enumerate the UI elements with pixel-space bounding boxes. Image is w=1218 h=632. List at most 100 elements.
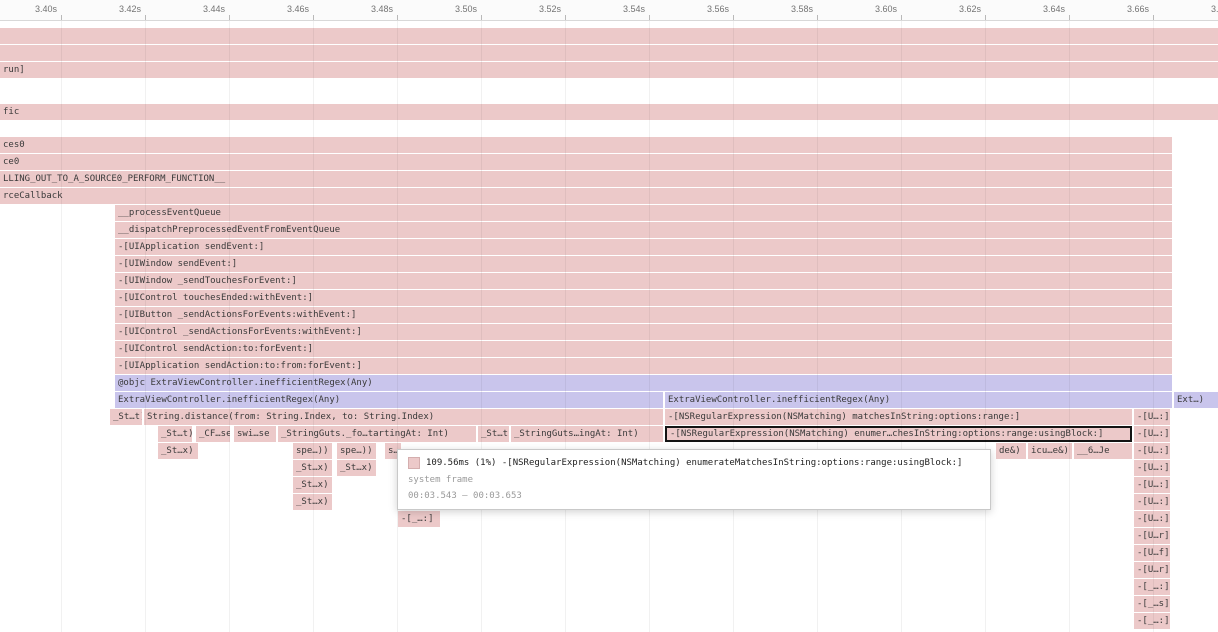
flame-bar[interactable]: -[U…r]	[1134, 528, 1170, 544]
gridline	[1153, 21, 1154, 632]
flame-bar[interactable]: -[U…:]	[1134, 460, 1170, 476]
flame-bar[interactable]: ce0	[0, 154, 1172, 170]
gridline	[229, 21, 230, 632]
flame-bar[interactable]: ExtraViewController.inefficientRegex(Any…	[115, 392, 663, 408]
gridline	[481, 21, 482, 632]
tooltip-time-range: 00:03.543 — 00:03.653	[408, 491, 980, 501]
flame-bar[interactable]: _St…t)	[478, 426, 509, 442]
time-tick-mark	[481, 15, 482, 20]
gridline	[901, 21, 902, 632]
time-tick-label: 3.52s	[539, 4, 565, 14]
time-tick-label: 3.56s	[707, 4, 733, 14]
flame-bar[interactable]: __processEventQueue	[115, 205, 1172, 221]
flame-bar-selected[interactable]: -[NSRegularExpression(NSMatching) enumer…	[665, 426, 1132, 442]
gridline	[649, 21, 650, 632]
flame-bar[interactable]: icu…e&)	[1028, 443, 1072, 459]
time-tick-label: 3.60s	[875, 4, 901, 14]
gridline	[61, 21, 62, 632]
flame-bar[interactable]: -[UIWindow _sendTouchesForEvent:]	[115, 273, 1172, 289]
gridline	[145, 21, 146, 632]
flame-bar[interactable]: -[_…s]	[1134, 596, 1170, 612]
flame-bar[interactable]: -[U…:]	[1134, 511, 1170, 527]
flame-bar[interactable]: __6…Je	[1074, 443, 1132, 459]
flame-bar[interactable]: _St…t)	[110, 409, 142, 425]
flame-bar[interactable]: __dispatchPreprocessedEventFromEventQueu…	[115, 222, 1172, 238]
flame-bar[interactable]	[0, 28, 1218, 44]
time-tick-mark	[817, 15, 818, 20]
flame-bar[interactable]: _St…t)	[158, 426, 192, 442]
time-tick-mark	[229, 15, 230, 20]
time-tick-mark	[145, 15, 146, 20]
flame-bar[interactable]: -[NSRegularExpression(NSMatching) matche…	[665, 409, 1132, 425]
flame-bar[interactable]: swi…se	[234, 426, 276, 442]
flame-bar[interactable]: -[UIControl _sendActionsForEvents:withEv…	[115, 324, 1172, 340]
flame-bar[interactable]: Ext…)	[1174, 392, 1218, 408]
gridline	[313, 21, 314, 632]
flame-bar[interactable]: -[U…r]	[1134, 562, 1170, 578]
flame-bar[interactable]: LLING_OUT_TO_A_SOURCE0_PERFORM_FUNCTION_…	[0, 171, 1172, 187]
flame-bar[interactable]: ces0	[0, 137, 1172, 153]
flame-bar[interactable]: rceCallback	[0, 188, 1172, 204]
time-tick-label: 3.66s	[1127, 4, 1153, 14]
flame-bar[interactable]: _St…x)	[337, 460, 376, 476]
gridline	[565, 21, 566, 632]
tooltip: 109.56ms (1%) -[NSRegularExpression(NSMa…	[397, 449, 991, 510]
flame-bar[interactable]: -[U…:]	[1134, 443, 1170, 459]
flame-bar[interactable]: de&)	[996, 443, 1026, 459]
flame-bar[interactable]: -[_…:]	[1134, 579, 1170, 595]
flame-bar[interactable]: @objc ExtraViewController.inefficientReg…	[115, 375, 1172, 391]
flame-bar[interactable]: -[UIApplication sendEvent:]	[115, 239, 1172, 255]
flame-graph: 3.40s3.42s3.44s3.46s3.48s3.50s3.52s3.54s…	[0, 0, 1218, 632]
flame-bar[interactable]: -[U…:]	[1134, 409, 1170, 425]
flame-bar[interactable]: ExtraViewController.inefficientRegex(Any…	[665, 392, 1172, 408]
time-tick-mark	[1153, 15, 1154, 20]
time-tick-label: 3.40s	[35, 4, 61, 14]
time-tick-mark	[1069, 15, 1070, 20]
flame-bar[interactable]	[0, 45, 1218, 61]
tooltip-subtitle: system frame	[408, 475, 980, 485]
time-tick-mark	[397, 15, 398, 20]
gridline	[985, 21, 986, 632]
time-tick-mark	[985, 15, 986, 20]
tooltip-title: 109.56ms (1%) -[NSRegularExpression(NSMa…	[426, 458, 962, 468]
flame-bar[interactable]: -[_…:]	[398, 511, 440, 527]
time-tick-label: 3.44s	[203, 4, 229, 14]
time-tick-mark	[565, 15, 566, 20]
gridline	[733, 21, 734, 632]
flame-bar[interactable]: -[_…:]	[1134, 613, 1170, 629]
time-tick-mark	[901, 15, 902, 20]
flame-bar[interactable]: -[UIControl touchesEnded:withEvent:]	[115, 290, 1172, 306]
gridline	[817, 21, 818, 632]
time-tick-mark	[733, 15, 734, 20]
flame-bar[interactable]: -[UIControl sendAction:to:forEvent:]	[115, 341, 1172, 357]
time-tick-label: 3.68s	[1211, 4, 1218, 14]
tooltip-title-row: 109.56ms (1%) -[NSRegularExpression(NSMa…	[408, 457, 980, 469]
time-tick-label: 3.58s	[791, 4, 817, 14]
flame-bar[interactable]: _StringGuts…ingAt: Int)	[511, 426, 663, 442]
flame-bar[interactable]: run]	[0, 62, 1218, 78]
flame-bar[interactable]: -[U…:]	[1134, 477, 1170, 493]
time-tick-mark	[649, 15, 650, 20]
flame-bar[interactable]: spe…))	[337, 443, 376, 459]
flame-bar[interactable]: -[UIWindow sendEvent:]	[115, 256, 1172, 272]
flame-bar[interactable]: -[UIApplication sendAction:to:from:forEv…	[115, 358, 1172, 374]
flame-bar[interactable]: _CF…se	[196, 426, 230, 442]
gridline	[1069, 21, 1070, 632]
time-tick-label: 3.54s	[623, 4, 649, 14]
flame-bar[interactable]: fic	[0, 104, 1218, 120]
time-tick-mark	[61, 15, 62, 20]
flame-bar[interactable]: -[U…:]	[1134, 426, 1170, 442]
time-tick-mark	[313, 15, 314, 20]
flame-bar[interactable]: -[U…f]	[1134, 545, 1170, 561]
time-tick-label: 3.42s	[119, 4, 145, 14]
time-tick-label: 3.50s	[455, 4, 481, 14]
time-tick-label: 3.46s	[287, 4, 313, 14]
flame-bar[interactable]: String.distance(from: String.Index, to: …	[144, 409, 663, 425]
flame-bar[interactable]: _St…x)	[158, 443, 198, 459]
category-color-swatch	[408, 457, 420, 469]
flame-bar[interactable]: -[U…:]	[1134, 494, 1170, 510]
time-tick-label: 3.62s	[959, 4, 985, 14]
flame-bar[interactable]: -[UIButton _sendActionsForEvents:withEve…	[115, 307, 1172, 323]
time-ruler[interactable]: 3.40s3.42s3.44s3.46s3.48s3.50s3.52s3.54s…	[0, 0, 1218, 21]
flame-bar[interactable]: _StringGuts._fo…tartingAt: Int)	[278, 426, 476, 442]
